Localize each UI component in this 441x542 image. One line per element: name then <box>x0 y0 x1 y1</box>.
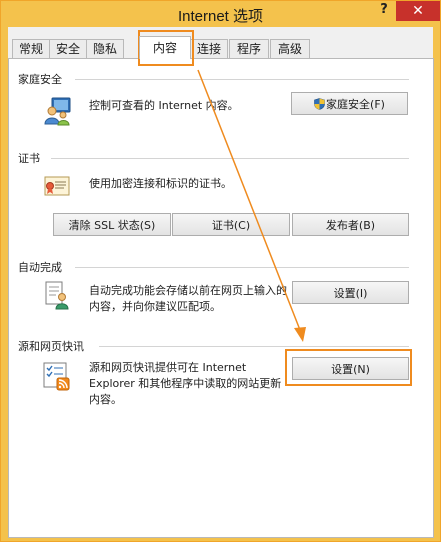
tab-content[interactable]: 内容 <box>139 36 191 59</box>
annotation-arrow <box>197 69 306 342</box>
